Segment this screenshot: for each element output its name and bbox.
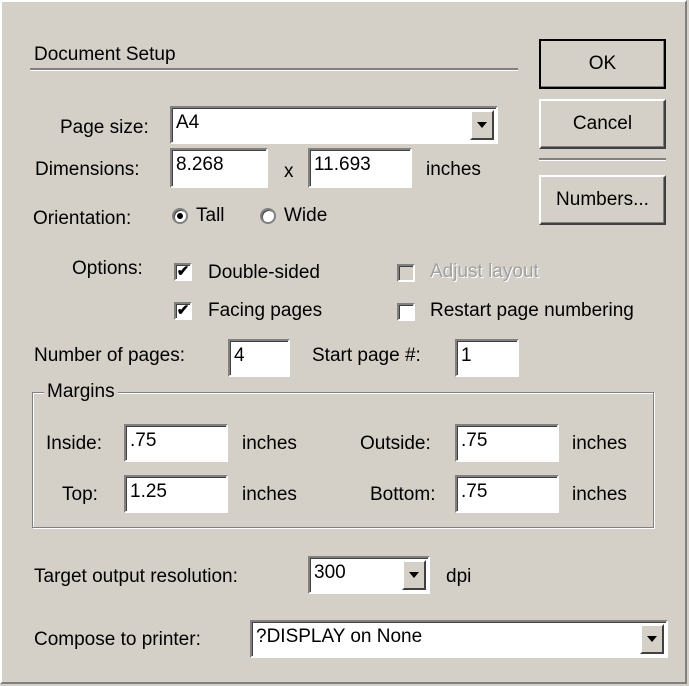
start-page-label: Start page #: <box>312 345 421 366</box>
options-label: Options: <box>72 258 143 279</box>
inside-unit: inches <box>242 433 297 454</box>
dropdown-arrow-icon[interactable] <box>640 624 664 654</box>
printer-value: ?DISPLAY on None <box>256 626 423 647</box>
outside-label: Outside: <box>360 433 431 454</box>
number-of-pages-input[interactable]: 4 <box>228 339 290 377</box>
dropdown-arrow-icon[interactable] <box>402 560 426 590</box>
outside-unit: inches <box>572 433 627 454</box>
page-size-value: A4 <box>176 112 200 133</box>
resolution-label: Target output resolution: <box>34 566 238 587</box>
top-unit: inches <box>242 484 297 505</box>
dimensions-label: Dimensions: <box>35 159 140 180</box>
printer-select[interactable]: ?DISPLAY on None <box>250 620 668 658</box>
tall-label: Tall <box>196 205 225 226</box>
title-divider <box>30 68 518 71</box>
bottom-label: Bottom: <box>370 484 436 505</box>
bottom-unit: inches <box>572 484 627 505</box>
width-input[interactable]: 8.268 <box>170 148 268 188</box>
numbers-button[interactable]: Numbers... <box>539 175 666 225</box>
page-size-select[interactable]: A4 <box>170 106 498 144</box>
tall-radio[interactable] <box>172 208 188 224</box>
inside-margin-input[interactable]: .75 <box>124 424 228 462</box>
margins-legend: Margins <box>44 381 118 403</box>
adjust-layout-checkbox <box>397 264 415 282</box>
wide-radio[interactable] <box>260 208 276 224</box>
button-divider <box>539 158 666 161</box>
top-margin-input[interactable]: 1.25 <box>124 475 228 513</box>
double-sided-checkbox[interactable]: ✔ <box>174 263 192 281</box>
height-input[interactable]: 11.693 <box>308 148 412 188</box>
orientation-label: Orientation: <box>33 208 132 229</box>
printer-label: Compose to printer: <box>34 629 201 650</box>
facing-pages-checkbox[interactable]: ✔ <box>174 302 192 320</box>
restart-numbering-label: Restart page numbering <box>430 300 634 321</box>
double-sided-label: Double-sided <box>208 262 320 283</box>
dialog-title: Document Setup <box>34 44 176 65</box>
bottom-margin-input[interactable]: .75 <box>455 475 559 513</box>
top-label: Top: <box>62 484 98 505</box>
adjust-layout-label: Adjust layout <box>430 261 539 282</box>
inside-label: Inside: <box>46 433 102 454</box>
resolution-select[interactable]: 300 <box>308 556 430 594</box>
start-page-input[interactable]: 1 <box>455 339 519 377</box>
dropdown-arrow-icon[interactable] <box>470 110 494 140</box>
resolution-unit: dpi <box>446 566 472 587</box>
outside-margin-input[interactable]: .75 <box>455 424 559 462</box>
cancel-button[interactable]: Cancel <box>539 99 666 149</box>
page-size-label: Page size: <box>60 117 149 138</box>
dimensions-times-label: x <box>284 161 294 182</box>
wide-label: Wide <box>284 205 328 226</box>
facing-pages-label: Facing pages <box>208 300 323 321</box>
number-of-pages-label: Number of pages: <box>34 345 186 366</box>
restart-numbering-checkbox[interactable] <box>397 303 415 321</box>
resolution-value: 300 <box>314 562 346 583</box>
dimensions-unit: inches <box>426 159 481 180</box>
ok-button[interactable]: OK <box>539 39 666 89</box>
